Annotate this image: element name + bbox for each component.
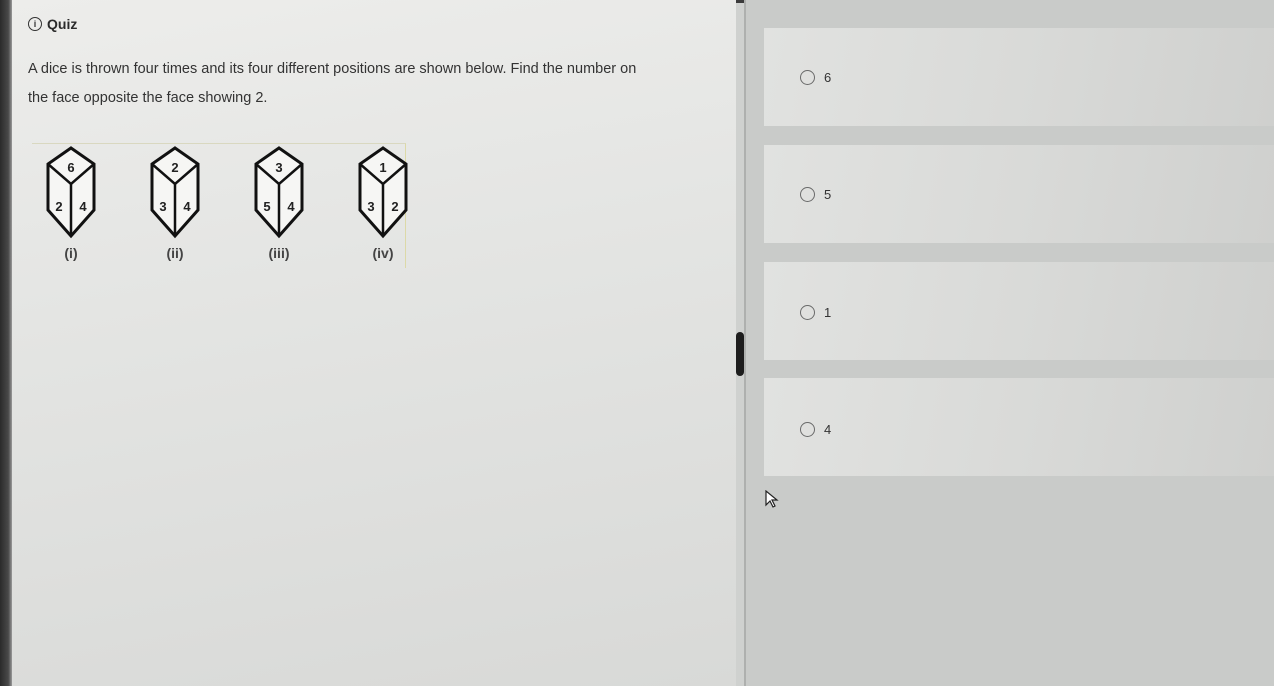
die-3-label: (iii) [268,245,290,261]
die-1-right-face: 4 [79,199,87,214]
question-text: A dice is thrown four times and its four… [28,55,728,113]
die-1-left-face: 2 [55,199,62,214]
answer-option-label: 4 [824,422,832,437]
die-2-label: (ii) [166,245,184,261]
answer-option-label: 5 [824,187,832,202]
answer-option-4[interactable]: 4 [764,378,1274,476]
quiz-title: Quiz [47,16,78,32]
die-3-top-face: 3 [275,160,282,175]
answer-option-3[interactable]: 1 [764,262,1274,360]
die-4-label: (iv) [372,245,394,261]
die-3: 3 5 4 (iii) [250,144,308,261]
answer-option-2[interactable]: 5 [764,145,1274,243]
answer-options-panel: 6 5 1 4 [746,0,1274,686]
die-1-label: (i) [64,245,78,261]
die-4-right-face: 2 [391,199,398,214]
die-1-top-face: 6 [67,160,74,175]
die-2-left-face: 3 [159,199,166,214]
die-3-right-face: 4 [287,199,295,214]
radio-button-icon[interactable] [800,422,815,437]
monitor-bezel [0,0,12,686]
radio-button-icon[interactable] [800,305,815,320]
die-4-top-face: 1 [379,160,386,175]
answer-option-label: 1 [824,305,832,320]
die-4-left-face: 3 [367,199,374,214]
dice-figure: 6 2 4 (i) 2 3 4 (ii) 3 5 4 (iii) 1 3 2 (… [32,143,408,268]
die-3-left-face: 5 [263,199,270,214]
radio-button-icon[interactable] [800,70,815,85]
question-line-1: A dice is thrown four times and its four… [28,61,637,77]
answer-option-1[interactable]: 6 [764,28,1274,126]
quiz-header: i Quiz [28,16,77,32]
info-circle-icon: i [28,17,42,31]
radio-button-icon[interactable] [800,187,815,202]
panel-resize-handle[interactable] [736,332,744,376]
die-2-top-face: 2 [171,160,178,175]
question-line-2: the face opposite the face showing 2. [28,90,268,106]
die-2-right-face: 4 [183,199,191,214]
mouse-cursor-icon [765,490,779,508]
question-panel: i Quiz A dice is thrown four times and i… [12,0,736,686]
die-2: 2 3 4 (ii) [146,144,204,261]
die-1: 6 2 4 (i) [42,144,100,261]
answer-option-label: 6 [824,70,832,85]
die-4: 1 3 2 (iv) [354,144,412,261]
